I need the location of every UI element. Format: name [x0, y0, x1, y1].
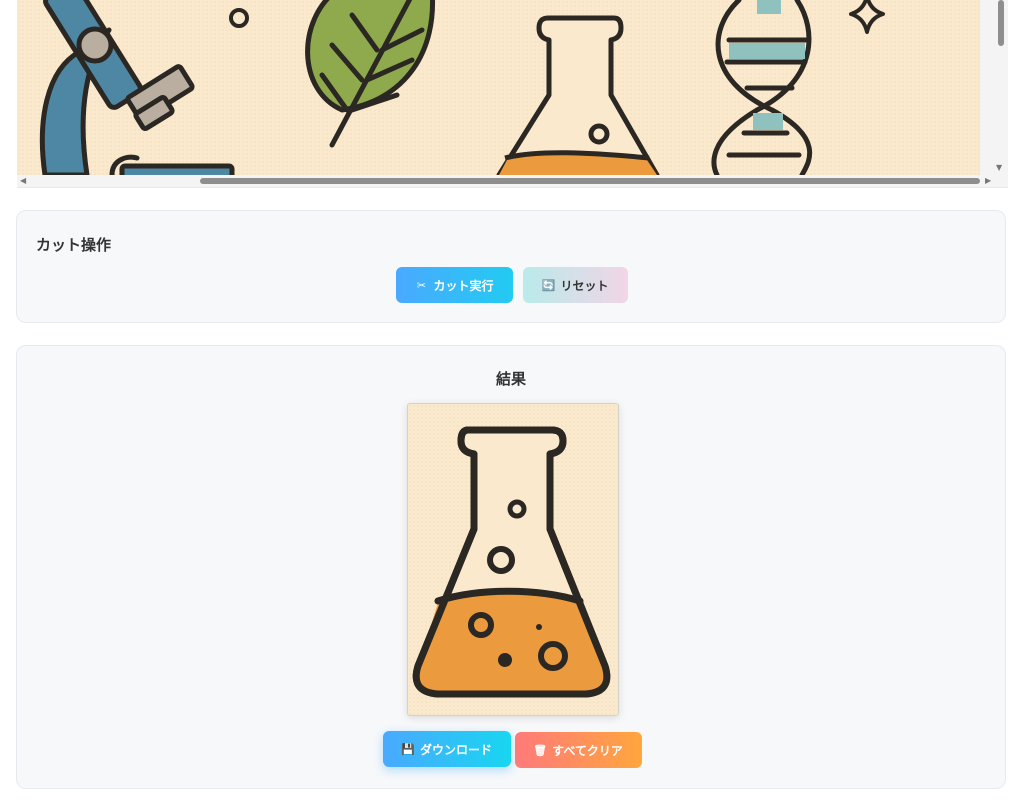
image-viewer[interactable]: ▼ ◀ ▶	[17, 0, 1008, 188]
clear-all-button[interactable]: 🗑 すべてクリア	[515, 732, 642, 768]
vertical-scrollbar[interactable]: ▼	[980, 0, 1008, 175]
scroll-down-arrow-icon[interactable]: ▼	[996, 164, 1002, 172]
leaf-icon	[305, 0, 436, 148]
sparkle-icon	[849, 0, 885, 34]
result-image	[407, 403, 619, 716]
clear-all-button-label: すべてクリア	[552, 743, 623, 758]
source-image[interactable]	[17, 0, 980, 175]
bubble-icon	[229, 8, 249, 28]
scroll-right-arrow-icon[interactable]: ▶	[985, 176, 991, 185]
dna-icon	[711, 0, 813, 175]
trash-icon: 🗑	[533, 743, 548, 757]
refresh-icon: 🔄	[541, 278, 556, 292]
scissors-icon: ✂	[416, 278, 427, 292]
result-panel: 結果 💾 ダウンロード 🗑 すべてクリア	[16, 345, 1006, 789]
horizontal-scroll-thumb[interactable]	[200, 178, 980, 184]
vertical-scroll-thumb[interactable]	[998, 0, 1004, 46]
cut-button-label: カット実行	[433, 278, 494, 293]
reset-button-label: リセット	[560, 278, 609, 293]
reset-button[interactable]: 🔄 リセット	[523, 267, 628, 303]
download-button[interactable]: 💾 ダウンロード	[383, 731, 511, 767]
horizontal-scrollbar[interactable]: ◀ ▶	[17, 175, 1008, 187]
cut-panel: カット操作 ✂ カット実行 🔄 リセット	[16, 210, 1006, 323]
cut-panel-title: カット操作	[36, 236, 112, 254]
scroll-left-arrow-icon[interactable]: ◀	[20, 176, 26, 185]
floppy-disk-icon: 💾	[401, 742, 415, 756]
result-title: 結果	[495, 370, 526, 388]
download-button-label: ダウンロード	[419, 742, 492, 757]
cut-button[interactable]: ✂ カット実行	[396, 267, 513, 303]
flask-icon	[412, 426, 611, 698]
microscope-icon	[39, 0, 235, 175]
flask-icon	[496, 15, 660, 175]
